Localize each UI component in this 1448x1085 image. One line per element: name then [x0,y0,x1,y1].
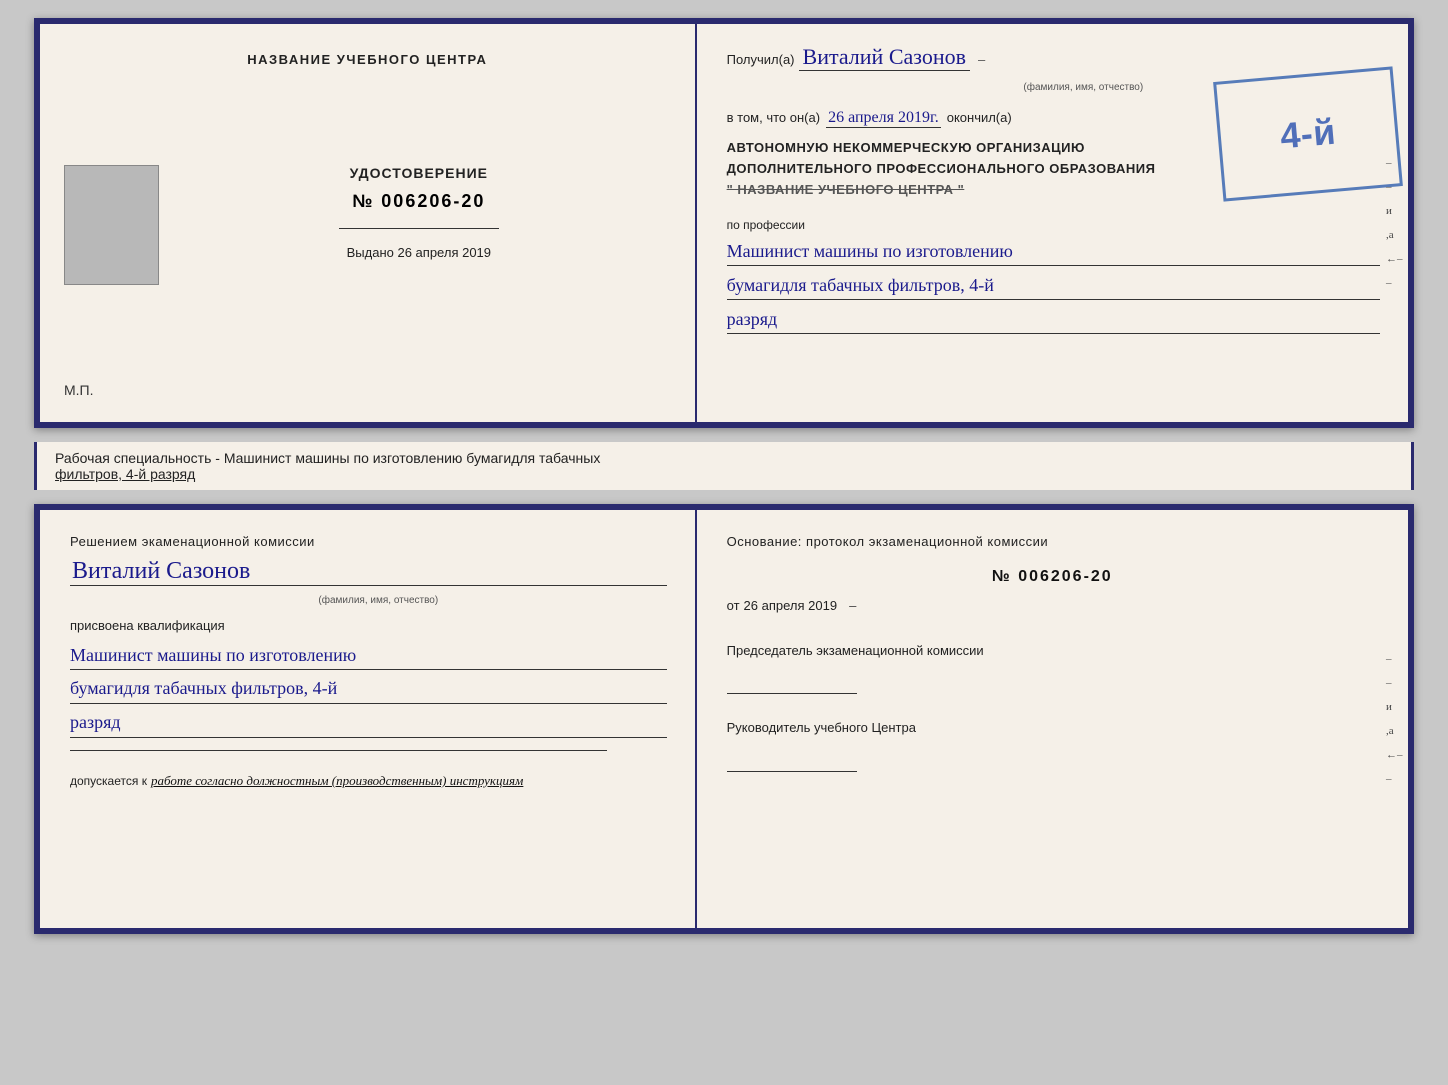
vydano-date: 26 апреля 2019 [397,245,491,260]
right-deco-top: – – и ,а ←– – [1386,24,1406,422]
recipient-name-bottom: Виталий Сазонов [70,558,667,586]
rukovoditel-label: Руководитель учебного Центра [727,718,1378,738]
profession-line3: разряд [727,306,1380,334]
vydano-line: Выдано 26 апреля 2019 [347,245,491,260]
chairman-signature-line [727,674,857,694]
chairman-label: Председатель экзаменационной комиссии [727,641,1378,661]
qual-line3: разряд [70,708,667,738]
qual-line2: бумагидля табачных фильтров, 4-й [70,674,667,704]
profession-line2: бумагидля табачных фильтров, 4-й [727,272,1380,300]
deco-b-3: – [1386,773,1406,785]
middle-text-content: Рабочая специальность - Машинист машины … [55,450,600,466]
decision-text: Решением экаменационной комиссии [70,532,667,552]
protocol-number: № 006206-20 [727,568,1378,586]
stamp-overlay: 4-й [1213,66,1403,201]
left-content: УДОСТОВЕРЕНИЕ № 006206-20 Выдано 26 апре… [167,165,671,260]
poluchil-prefix: Получил(а) [727,52,795,67]
profession-line1: Машинист машины по изготовлению [727,238,1380,266]
dopuskaetsya-prefix: допускается к [70,774,147,788]
photo-placeholder [64,165,159,285]
fio-label-top: (фамилия, имя, отчество) [1023,82,1143,93]
stamp-number: 4-й [1279,114,1338,155]
divider [339,228,499,229]
deco-char-i: и [1386,205,1406,217]
rukovoditel-signature-line [727,752,857,772]
recipient-name-top: Виталий Сазонов [799,44,970,71]
school-name-header: НАЗВАНИЕ УЧЕБНОГО ЦЕНТРА [247,52,487,67]
right-deco-bottom: – – и ,а ←– – [1386,510,1406,928]
qual-line1: Машинист машины по изготовлению [70,641,667,671]
deco-b-2: – [1386,677,1406,689]
profession-label: по профессии [727,218,1380,232]
deco-char-1: – [1386,157,1406,169]
udostoverenie-title: УДОСТОВЕРЕНИЕ [350,165,488,181]
ot-line: от 26 апреля 2019 – [727,598,1378,613]
top-cert-left: НАЗВАНИЕ УЧЕБНОГО ЦЕНТРА УДОСТОВЕРЕНИЕ №… [40,24,697,422]
udostoverenie-number: № 006206-20 [352,191,485,212]
middle-text-underlined: фильтров, 4-й разряд [55,466,195,482]
deco-char-arrow: ←– [1386,253,1406,265]
top-certificate: НАЗВАНИЕ УЧЕБНОГО ЦЕНТРА УДОСТОВЕРЕНИЕ №… [34,18,1414,428]
bottom-cert-right: Основание: протокол экзаменационной коми… [697,510,1408,928]
top-cert-right: Получил(а) Виталий Сазонов – (фамилия, и… [697,24,1408,422]
mp-label: М.П. [64,382,94,398]
vydano-label: Выдано [347,245,394,260]
fio-label-bottom: (фамилия, имя, отчество) [318,595,438,606]
deco-b-i: и [1386,701,1406,713]
photo-area: УДОСТОВЕРЕНИЕ № 006206-20 Выдано 26 апре… [64,165,671,285]
deco-char-a: ,а [1386,229,1406,241]
dopuskaetsya-line: допускается к работе согласно должностны… [70,773,667,789]
dopuskaetsya-text: работе согласно должностным (производств… [151,773,523,789]
deco-b-arrow: ←– [1386,749,1406,761]
ot-label: от [727,598,740,613]
middle-text-1: Рабочая специальность - Машинист машины … [55,450,1393,466]
deco-char-3: – [1386,277,1406,289]
osnov-text: Основание: протокол экзаменационной коми… [727,532,1378,552]
vtom-date: 26 апреля 2019г. [826,109,941,128]
okonchil-suffix: окончил(а) [947,110,1012,125]
prisvoyena-text: присвоена квалификация [70,618,667,633]
deco-b-1: – [1386,653,1406,665]
middle-text-2: фильтров, 4-й разряд [55,466,1393,482]
deco-b-a: ,а [1386,725,1406,737]
vtom-prefix: в том, что он(а) [727,110,820,125]
middle-bar: Рабочая специальность - Машинист машины … [34,442,1414,490]
deco-char-2: – [1386,181,1406,193]
bottom-certificate: Решением экаменационной комиссии Виталий… [34,504,1414,934]
ot-date: 26 апреля 2019 [744,598,838,613]
divider-bottom [70,750,607,751]
bottom-cert-left: Решением экаменационной комиссии Виталий… [40,510,697,928]
poluchil-line: Получил(а) Виталий Сазонов – [727,44,1380,71]
